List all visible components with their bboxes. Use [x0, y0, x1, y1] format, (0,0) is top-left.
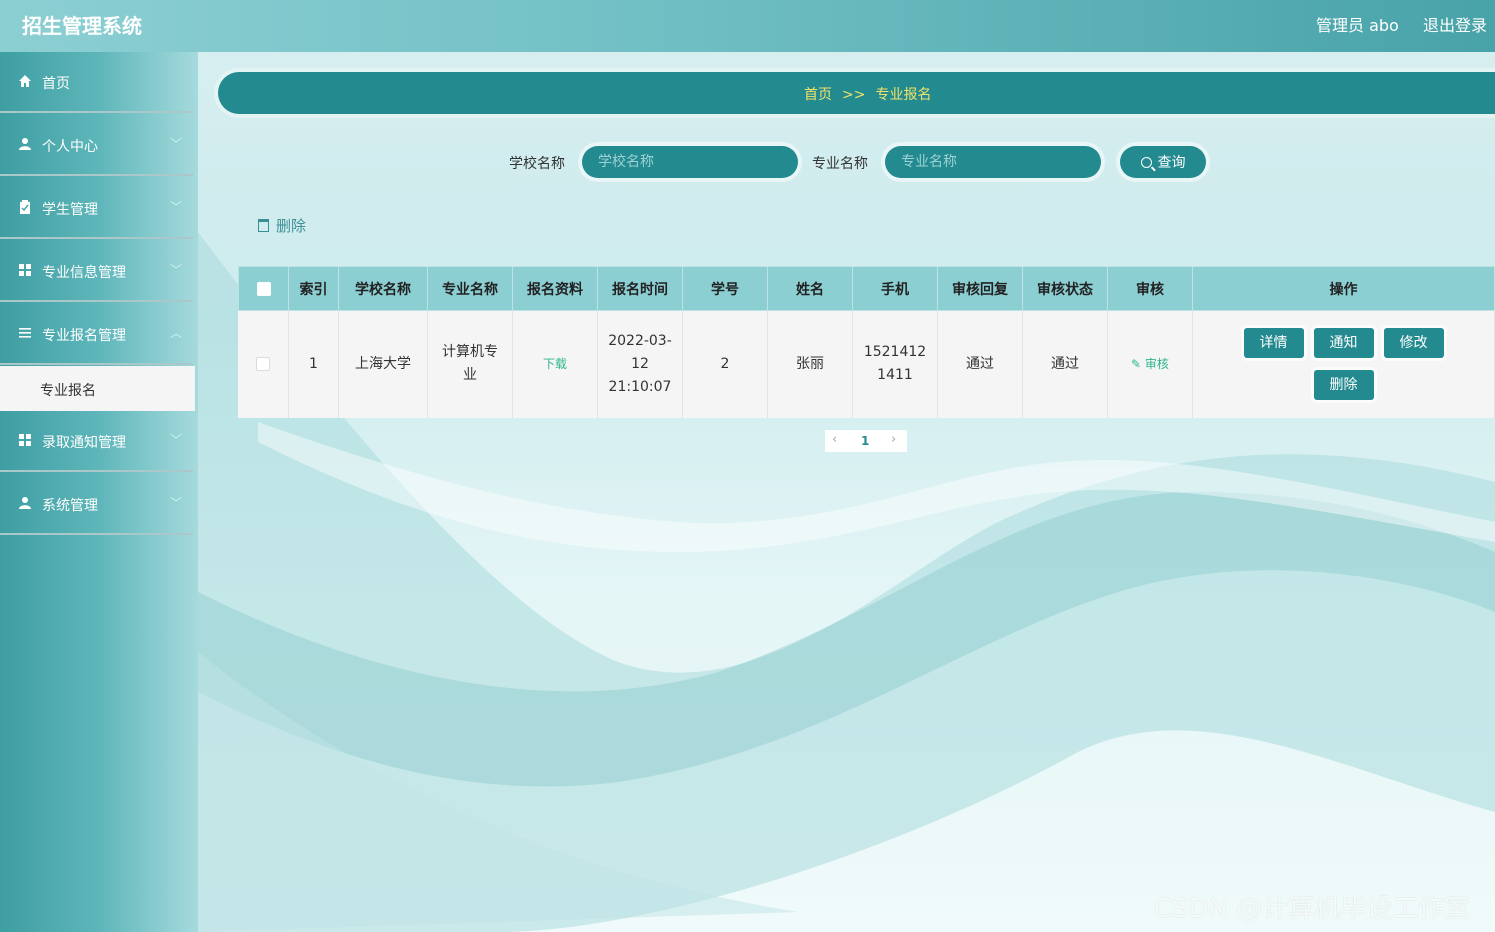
row-select-cell	[238, 310, 289, 418]
cell-major: 计算机专业	[427, 310, 513, 418]
chevron-up-icon: ︿	[170, 326, 183, 340]
column-header: 学号	[682, 266, 768, 311]
top-header: 招生管理系统 管理员 abo 退出登录	[0, 0, 1495, 52]
current-user-label: 管理员 abo	[1316, 16, 1399, 35]
sidebar: 首页 个人中心 ﹀ 学生管理 ﹀ 专业信息管理 ﹀ 专业报名管理 ︿ 专业报名 …	[0, 52, 198, 932]
batch-delete-label: 删除	[276, 217, 307, 235]
query-button-label: 查询	[1157, 155, 1186, 171]
chevron-down-icon: ﹀	[170, 200, 183, 214]
cell-school: 上海大学	[338, 310, 428, 418]
sidebar-item-label: 系统管理	[42, 498, 98, 514]
background-wave	[198, 232, 1495, 932]
major-name-label: 专业名称	[812, 156, 868, 172]
sidebar-subitem-registration[interactable]: 专业报名	[0, 366, 195, 411]
breadcrumb-current: 专业报名	[875, 87, 932, 103]
app-title: 招生管理系统	[22, 14, 142, 38]
breadcrumb: 首页 >> 专业报名	[218, 72, 1495, 114]
edit-button[interactable]: 修改	[1383, 328, 1444, 359]
column-header: 审核回复	[937, 266, 1023, 311]
row-checkbox[interactable]	[256, 356, 271, 371]
column-header: 报名资料	[512, 266, 598, 311]
column-header: 审核状态	[1022, 266, 1108, 311]
sidebar-item-admission-notice[interactable]: 录取通知管理 ﹀	[0, 411, 193, 472]
sidebar-item-label: 首页	[42, 76, 70, 92]
select-all-cell	[238, 266, 289, 311]
batch-delete-button[interactable]: 删除	[258, 215, 306, 236]
watermark: CSDN @计算机毕设工作室	[1154, 894, 1471, 924]
page-number[interactable]: 1	[861, 434, 869, 448]
download-link[interactable]: 下载	[543, 357, 567, 371]
sidebar-item-label: 专业信息管理	[42, 265, 126, 281]
sidebar-item-student-management[interactable]: 学生管理 ﹀	[0, 178, 193, 239]
search-icon	[1140, 157, 1152, 168]
clipboard-icon	[20, 200, 30, 214]
sidebar-item-label: 专业报名管理	[42, 328, 126, 344]
column-header: 手机	[852, 266, 938, 311]
review-link[interactable]: ✎ 审核	[1131, 357, 1169, 371]
cell-time: 2022-03-12 21:10:07	[597, 310, 683, 418]
notify-button[interactable]: 通知	[1313, 328, 1374, 359]
sidebar-item-major-info[interactable]: 专业信息管理 ﹀	[0, 241, 193, 302]
review-link-label: 审核	[1144, 356, 1169, 371]
sidebar-item-label: 录取通知管理	[42, 435, 126, 451]
home-icon	[19, 75, 31, 87]
column-header: 索引	[288, 266, 339, 311]
main-content: 首页 >> 专业报名 学校名称 专业名称 查询 删除 索引 学校名称 专业名称 报名…	[198, 52, 1495, 932]
chevron-down-icon: ﹀	[170, 137, 183, 151]
user-icon	[19, 497, 31, 509]
column-header: 审核	[1107, 266, 1193, 311]
major-name-input[interactable]	[885, 146, 1101, 178]
sidebar-subitem-label: 专业报名	[40, 383, 96, 399]
grid-icon	[19, 434, 31, 446]
cell-material: 下载	[512, 310, 598, 418]
user-icon	[19, 138, 31, 150]
cell-reply: 通过	[937, 310, 1023, 418]
logout-link[interactable]: 退出登录	[1423, 12, 1487, 36]
sidebar-item-system-management[interactable]: 系统管理 ﹀	[0, 474, 193, 535]
chevron-down-icon: ﹀	[170, 433, 183, 447]
column-header: 报名时间	[597, 266, 683, 311]
school-name-label: 学校名称	[509, 156, 565, 172]
column-header: 学校名称	[338, 266, 428, 311]
grid-icon	[19, 264, 31, 276]
cell-status: 通过	[1022, 310, 1108, 418]
select-all-checkbox[interactable]	[256, 281, 271, 296]
column-header: 专业名称	[427, 266, 513, 311]
table-header-row: 索引 学校名称 专业名称 报名资料 报名时间 学号 姓名 手机 审核回复 审核状…	[238, 266, 1495, 311]
cell-student-no: 2	[682, 310, 768, 418]
edit-icon: ✎	[1131, 356, 1145, 371]
chevron-down-icon: ﹀	[170, 496, 183, 510]
sidebar-item-major-registration[interactable]: 专业报名管理 ︿	[0, 304, 193, 365]
list-icon	[19, 328, 31, 338]
cell-phone: 15214121411	[852, 310, 938, 418]
query-button[interactable]: 查询	[1120, 146, 1206, 178]
cell-actions: 详情 通知 修改 删除	[1192, 310, 1495, 418]
column-header: 操作	[1192, 266, 1495, 311]
delete-button[interactable]: 删除	[1313, 370, 1374, 401]
chevron-down-icon: ﹀	[170, 263, 183, 277]
cell-index: 1	[288, 310, 339, 418]
registration-table: 索引 学校名称 专业名称 报名资料 报名时间 学号 姓名 手机 审核回复 审核状…	[238, 266, 1495, 418]
cell-name: 张丽	[767, 310, 853, 418]
next-page-icon[interactable]: ›	[891, 432, 896, 447]
cell-review: ✎ 审核	[1107, 310, 1193, 418]
column-header: 姓名	[767, 266, 853, 311]
breadcrumb-separator: >>	[842, 87, 866, 103]
sidebar-item-personal-center[interactable]: 个人中心 ﹀	[0, 115, 193, 176]
breadcrumb-home[interactable]: 首页	[804, 87, 832, 103]
sidebar-item-label: 学生管理	[42, 202, 98, 218]
trash-icon	[258, 219, 269, 232]
prev-page-icon[interactable]: ‹	[832, 432, 837, 447]
school-name-input[interactable]	[582, 146, 798, 178]
details-button[interactable]: 详情	[1243, 328, 1304, 359]
sidebar-item-label: 个人中心	[42, 139, 98, 155]
table-row: 1 上海大学 计算机专业 下载 2022-03-12 21:10:07 2 张丽…	[238, 310, 1495, 418]
pagination: ‹ 1 ›	[825, 430, 907, 452]
sidebar-item-home[interactable]: 首页	[0, 52, 193, 113]
